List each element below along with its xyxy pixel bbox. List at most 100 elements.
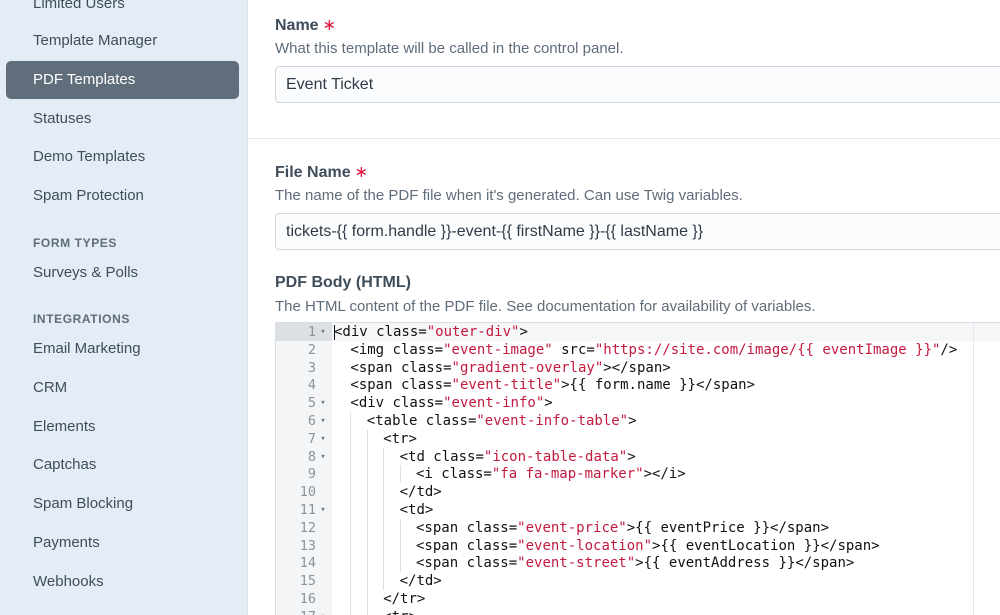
- code-text: <tr>: [383, 608, 417, 615]
- fold-arrow-icon[interactable]: ▾: [318, 412, 328, 430]
- code-token: <div class=: [350, 395, 444, 412]
- indent-guide: [366, 607, 368, 615]
- sidebar-item-demo-templates[interactable]: Demo Templates: [6, 138, 239, 176]
- attribute-value: "https://site.com/image/{{ eventImage }}…: [594, 341, 941, 358]
- file-name-input[interactable]: [275, 213, 1000, 250]
- line-number: 14: [299, 555, 316, 572]
- code-token: <td class=: [399, 448, 484, 465]
- code-token: >: [627, 448, 636, 465]
- indent-guide: [350, 447, 352, 466]
- attribute-value: "event-title": [451, 377, 562, 394]
- file-name-field-hint: The name of the PDF file when it's gener…: [275, 187, 743, 204]
- code-text: </td>: [400, 483, 442, 501]
- code-line: 3 <span class="gradient-overlay"></span>: [276, 359, 1000, 377]
- required-icon: ∗: [354, 164, 368, 181]
- sidebar-item-spam-blocking[interactable]: Spam Blocking: [6, 485, 239, 523]
- indent-guide: [366, 483, 368, 501]
- indent-guide: [383, 518, 385, 537]
- line-number: 13: [299, 537, 316, 554]
- code-token: <tr>: [383, 430, 417, 447]
- code-line: 12 <span class="event-price">{{ eventPric…: [276, 518, 1000, 537]
- fold-arrow-icon[interactable]: ▾: [318, 448, 328, 466]
- indent-guide: [350, 554, 352, 573]
- code-text: <span class="event-street">{{ eventAddre…: [416, 554, 854, 572]
- fold-arrow-icon[interactable]: ▾: [318, 394, 328, 412]
- attribute-value: "event-street": [517, 555, 636, 572]
- sidebar-item-spam-protection[interactable]: Spam Protection: [6, 177, 239, 215]
- sidebar-item-statuses[interactable]: Statuses: [6, 100, 239, 138]
- attribute-value: "event-info": [443, 395, 545, 412]
- sidebar-item-pdf-templates[interactable]: PDF Templates: [6, 61, 239, 99]
- indent-guide: [383, 447, 385, 466]
- code-token: <span class=: [416, 555, 518, 572]
- sidebar-item-email-marketing[interactable]: Email Marketing: [6, 330, 239, 368]
- code-line: 2 <img class="event-image" src="https://s…: [276, 341, 1000, 359]
- sidebar-item-payments[interactable]: Payments: [6, 524, 239, 562]
- code-text: <span class="event-location">{{ eventLoc…: [416, 537, 880, 555]
- line-number: 1: [307, 324, 316, 340]
- template-edit-form: Name ∗ What this template will be called …: [248, 0, 1000, 615]
- indent-guide: [383, 572, 385, 590]
- code-token: >: [628, 413, 637, 429]
- code-text: </td>: [400, 572, 442, 590]
- code-line: 6 ▾ <table class="event-info-table">: [276, 412, 1000, 430]
- code-token: </td>: [399, 573, 442, 590]
- line-number: 7: [307, 430, 316, 447]
- code-token: src=: [552, 341, 595, 358]
- sidebar-item-template-manager[interactable]: Template Manager: [6, 22, 239, 60]
- sidebar-item-crm[interactable]: CRM: [6, 369, 239, 407]
- pdf-body-field-label: PDF Body (HTML): [275, 274, 411, 291]
- indent-guide: [399, 536, 401, 555]
- code-token: </td>: [399, 484, 442, 501]
- line-number: 11: [299, 502, 316, 518]
- code-text: <table class="event-info-table">: [367, 412, 637, 430]
- name-field-label: Name ∗: [275, 15, 336, 35]
- sidebar-item-limited-users[interactable]: Limited Users: [6, 0, 239, 23]
- code-token: >: [519, 324, 528, 340]
- fold-arrow-icon[interactable]: ▾: [318, 323, 328, 341]
- sidebar-item-webhooks[interactable]: Webhooks: [6, 563, 239, 601]
- code-token: <span class=: [416, 519, 518, 536]
- code-line: 5 ▾ <div class="event-info">: [276, 394, 1000, 412]
- sidebar-item-elements[interactable]: Elements: [6, 408, 239, 446]
- attribute-value: "event-image": [443, 341, 553, 358]
- code-line: 10 </td>: [276, 483, 1000, 501]
- code-text: <span class="event-title">{{ form.name }…: [350, 376, 755, 394]
- fold-arrow-icon[interactable]: ▾: [318, 608, 328, 615]
- code-token: >{{ eventPrice }}</span>: [626, 519, 830, 536]
- indent-guide: [350, 465, 352, 484]
- line-number: 2: [307, 341, 316, 358]
- sidebar-heading-integrations: INTEGRATIONS: [33, 312, 130, 326]
- settings-sidebar: Limited Users Template Manager PDF Templ…: [0, 0, 248, 615]
- code-token: </tr>: [383, 591, 426, 607]
- required-icon: ∗: [322, 17, 336, 34]
- indent-guide: [366, 554, 368, 573]
- sidebar-heading-form-types: FORM TYPES: [33, 236, 118, 250]
- line-number: 12: [299, 519, 316, 536]
- name-field-hint: What this template will be called in the…: [275, 40, 624, 57]
- fold-arrow-icon[interactable]: ▾: [318, 430, 328, 448]
- app-window: Limited Users Template Manager PDF Templ…: [0, 0, 1000, 615]
- code-token: <span class=: [416, 537, 518, 554]
- code-line: 13 <span class="event-location">{{ eventL…: [276, 536, 1000, 555]
- editor-print-margin: [973, 323, 974, 615]
- indent-guide: [383, 465, 385, 484]
- code-line: 1 ▾ <div class="outer-div">: [276, 323, 1000, 341]
- indent-guide: [383, 501, 385, 519]
- code-line: 4 <span class="event-title">{{ form.name …: [276, 376, 1000, 394]
- code-text: <i class="fa fa-map-marker"></i>: [416, 465, 686, 483]
- fold-arrow-icon[interactable]: ▾: [318, 501, 328, 519]
- code-text: </tr>: [383, 590, 425, 608]
- indent-guide: [350, 572, 352, 590]
- code-text: <tr>: [383, 430, 417, 448]
- code-line: 9 <i class="fa fa-map-marker"></i>: [276, 465, 1000, 484]
- sidebar-item-captchas[interactable]: Captchas: [6, 446, 239, 484]
- html-code-editor[interactable]: 1 ▾ <div class="outer-div"> 2 <img class="ev…: [275, 322, 1000, 615]
- code-token: ></i>: [643, 466, 686, 483]
- name-input[interactable]: [275, 66, 1000, 103]
- attribute-value: "gradient-overlay": [451, 359, 604, 376]
- code-line: 16 </tr>: [276, 590, 1000, 608]
- sidebar-item-surveys-polls[interactable]: Surveys & Polls: [6, 254, 239, 292]
- code-line: 11 ▾ <td>: [276, 501, 1000, 519]
- code-token: <tr>: [383, 609, 417, 615]
